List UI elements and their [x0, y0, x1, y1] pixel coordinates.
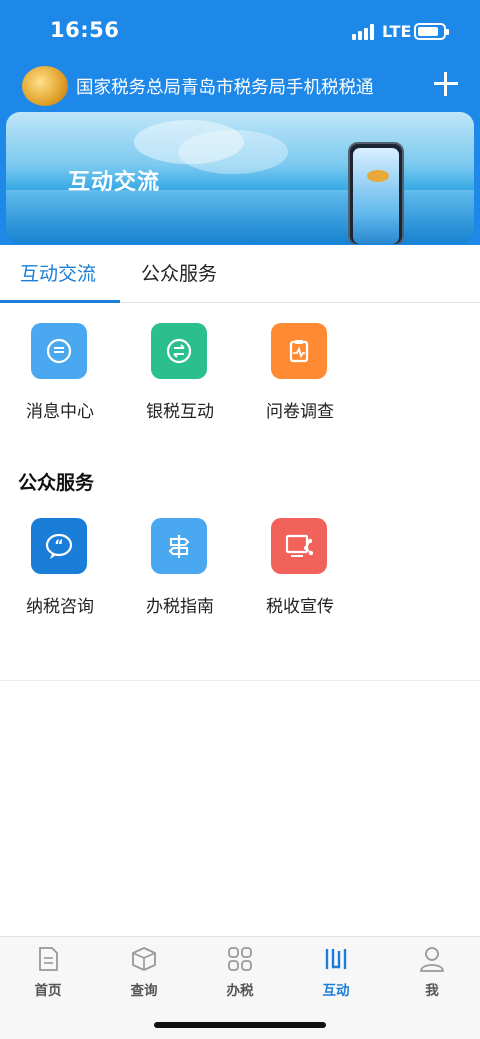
grid-item-tax-promotion[interactable]: 税收宣传	[240, 518, 360, 628]
status-time: 16:56	[50, 18, 120, 42]
nav-item-query[interactable]: 查询	[96, 937, 192, 1007]
svg-text:“: “	[54, 538, 63, 554]
tab-public-service[interactable]: 公众服务	[141, 259, 217, 286]
tab-interaction[interactable]: 互动交流	[20, 259, 96, 286]
grid-item-tax-consult[interactable]: “ 纳税咨询	[0, 518, 120, 628]
box-icon	[132, 947, 156, 971]
nav-item-me[interactable]: 我	[384, 937, 480, 1007]
network-type: LTE	[382, 22, 412, 41]
interact-icon	[325, 949, 347, 969]
tab-bar: 互动交流 公众服务	[0, 245, 480, 303]
add-button[interactable]	[432, 70, 460, 98]
banner: 互动交流	[6, 112, 474, 244]
banner-title: 互动交流	[68, 170, 161, 195]
user-icon	[420, 947, 444, 972]
home-indicator	[154, 1022, 326, 1028]
message-icon	[31, 323, 87, 379]
signpost-icon	[151, 518, 207, 574]
grid-item-label: 消息中心	[26, 402, 94, 422]
exchange-icon	[151, 323, 207, 379]
document-icon	[39, 947, 58, 971]
interaction-grid: 消息中心 银税互动 问卷调查	[0, 323, 480, 433]
section-title: 公众服务	[18, 472, 95, 494]
grid-item-label: 纳税咨询	[26, 597, 94, 617]
nav-label: 办税	[226, 983, 254, 999]
grid-item-label: 办税指南	[146, 597, 214, 617]
grid-item-label: 银税互动	[146, 402, 214, 422]
nav-label: 互动	[322, 983, 350, 999]
app-logo	[22, 66, 68, 106]
nav-item-home[interactable]: 首页	[0, 937, 96, 1007]
grid-item-label: 问卷调查	[266, 402, 334, 422]
grid-icon	[228, 947, 252, 971]
share-screen-icon	[271, 518, 327, 574]
page-title: 国家税务总局青岛市税务局手机税税通	[76, 78, 374, 98]
grid-item-label: 税收宣传	[266, 597, 334, 617]
nav-item-tax[interactable]: 办税	[192, 937, 288, 1007]
grid-item-bank-tax[interactable]: 银税互动	[120, 323, 240, 433]
divider	[0, 680, 480, 681]
grid-item-survey[interactable]: 问卷调查	[240, 323, 360, 433]
status-bar: 16:56 LTE	[0, 0, 480, 60]
chat-bubble-decoration	[178, 130, 288, 174]
grid-item-tax-guide[interactable]: 办税指南	[120, 518, 240, 628]
nav-label: 我	[425, 983, 439, 999]
nav-label: 首页	[34, 983, 62, 999]
phone-illustration	[348, 142, 404, 244]
battery-icon	[414, 23, 449, 40]
grid-item-message-center[interactable]: 消息中心	[0, 323, 120, 433]
app-header: 国家税务总局青岛市税务局手机税税通	[0, 60, 480, 112]
public-service-grid: “ 纳税咨询 办税指南 税收宣传	[0, 518, 480, 628]
survey-icon	[271, 323, 327, 379]
nav-label: 查询	[130, 983, 158, 999]
signal-icon	[352, 24, 376, 40]
nav-item-interact[interactable]: 互动	[288, 937, 384, 1007]
quote-chat-icon: “	[31, 518, 87, 574]
tab-active-indicator	[0, 300, 120, 303]
